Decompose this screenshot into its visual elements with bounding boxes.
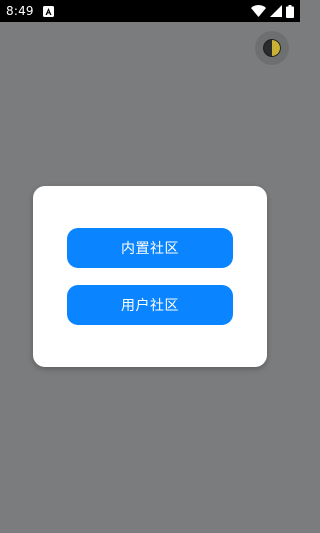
- builtin-community-button[interactable]: 内置社区: [67, 228, 233, 268]
- half-moon-theme-icon: [263, 39, 281, 57]
- wifi-icon: [251, 5, 266, 17]
- notification-a-icon: [42, 5, 54, 17]
- status-icons: [251, 4, 294, 18]
- status-bar: 8:49: [0, 0, 300, 22]
- theme-toggle-button[interactable]: [255, 31, 289, 65]
- community-dialog: 内置社区 用户社区: [33, 186, 267, 367]
- battery-icon: [286, 4, 294, 18]
- status-time: 8:49: [6, 4, 34, 18]
- signal-icon: [270, 5, 282, 17]
- user-community-button[interactable]: 用户社区: [67, 285, 233, 325]
